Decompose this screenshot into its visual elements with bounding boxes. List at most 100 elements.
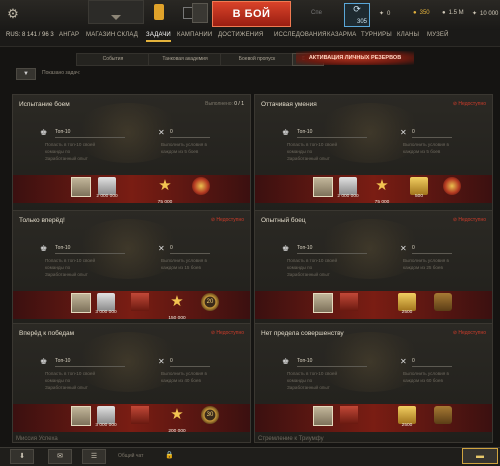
battles-description: Выполнить условия в каждом из 40 боев xyxy=(161,370,207,384)
notifications-button[interactable]: ▬ xyxy=(462,448,498,464)
nav-item-6[interactable]: ИССЛЕДОВАНИЯ xyxy=(274,32,327,38)
download-icon[interactable]: ⬇ xyxy=(10,449,34,464)
condition-progress-line xyxy=(55,253,125,254)
filter-button[interactable]: ▼ xyxy=(16,68,36,80)
battles-description: Выполнить условия в каждом из 5 боев xyxy=(403,141,449,155)
gear-icon[interactable]: ⚙ xyxy=(6,7,20,21)
nav-item-3[interactable]: ЗАДАЧИ xyxy=(146,32,171,42)
mission-card[interactable]: Оттачивая умения ⊘ Недоступно ♚ Топ-10 ✕ 0 Поп… xyxy=(254,94,493,214)
condition-label: Топ-10 xyxy=(55,245,71,251)
reward-gold-icon[interactable]: 2500 xyxy=(398,406,416,428)
crossed-swords-icon: ✕ xyxy=(158,244,165,253)
nav-item-10[interactable]: МУЗЕЙ xyxy=(427,32,449,38)
nav-item-0[interactable]: АНГАР xyxy=(59,32,79,38)
reward-star-icon[interactable]: ★ 75 000 xyxy=(373,177,391,205)
desc-line: Выполнить условия в xyxy=(403,142,449,147)
reserves-button[interactable]: ⟳ 305 xyxy=(344,3,370,27)
mission-title: Только вперёд! xyxy=(19,217,65,224)
nav-item-2[interactable]: СКЛАД xyxy=(117,32,138,38)
desc-line: Выполнить условия в xyxy=(161,371,207,376)
reward-silver-icon[interactable]: 2 000 000 xyxy=(96,177,118,199)
subtab-0[interactable]: События xyxy=(76,53,150,66)
condition-description: Попасть в топ-10 своей команды по Заработа… xyxy=(45,257,95,278)
nav-item-4[interactable]: КАМПАНИИ xyxy=(177,32,212,38)
desc-line: Попасть в топ-10 своей xyxy=(287,142,338,147)
battle-progress-line xyxy=(412,366,452,367)
reward-box-icon[interactable] xyxy=(71,406,91,426)
battle-progress-line xyxy=(412,137,452,138)
friends-icon[interactable]: ☰ xyxy=(82,449,106,464)
battle-counter: 0 xyxy=(412,245,415,251)
reward-box-icon[interactable] xyxy=(313,293,333,313)
mission-card[interactable]: Вперёд к победам ⊘ Недоступно ♚ Топ-10 ✕ 0 Поп… xyxy=(12,323,251,443)
mission-card[interactable]: Нет предела совершенству ⊘ Недоступно ♚ Топ… xyxy=(254,323,493,443)
reward-gold-icon[interactable]: 500 xyxy=(410,177,428,199)
reward-silver-icon[interactable]: 3 000 000 xyxy=(95,406,117,428)
condition-label: Топ-10 xyxy=(297,245,313,251)
resource-gold: ● 350 xyxy=(413,10,430,16)
reward-box-icon[interactable] xyxy=(71,293,91,313)
mission-card[interactable]: Опытный боец ⊘ Недоступно ♚ Топ-10 ✕ 0 Попасть… xyxy=(254,210,493,330)
lock-icon[interactable]: 🔒 xyxy=(165,451,174,459)
condition-label: Топ-10 xyxy=(297,129,313,135)
nav-item-8[interactable]: ТУРНИРЫ xyxy=(361,32,392,38)
reward-box-icon[interactable] xyxy=(71,177,91,197)
reward-box-icon[interactable] xyxy=(313,177,333,197)
mission-card[interactable]: Испытание боем Выполнено: 0 / 1 ♚ Топ-10 ✕ 0 П… xyxy=(12,94,251,214)
reward-book-icon[interactable] xyxy=(340,293,358,311)
nav-item-7[interactable]: КАЗАРМА xyxy=(327,32,356,38)
unavailable-status: ⊘ Недоступно xyxy=(453,217,486,223)
reward-value: 2 000 000 xyxy=(337,194,359,199)
reward-value: 3 000 000 xyxy=(95,423,117,428)
reward-gold-icon[interactable]: 2500 xyxy=(398,293,416,315)
mode-toggle[interactable] xyxy=(192,3,208,23)
reward-silver-icon[interactable]: 3 000 000 xyxy=(95,293,117,315)
xp-icon: ✦ xyxy=(379,11,385,17)
reward-book-icon[interactable] xyxy=(340,406,358,424)
chat-input[interactable]: Общий чат xyxy=(118,453,143,459)
reward-star-icon[interactable]: ★ 150 000 xyxy=(168,293,186,321)
reward-medal-icon[interactable] xyxy=(443,177,461,195)
condition-progress-line xyxy=(297,366,367,367)
nav-item-5[interactable]: ДОСТИЖЕНИЯ xyxy=(218,32,263,38)
nav-item-1[interactable]: МАГАЗИН xyxy=(86,32,115,38)
rank-icon: ♚ xyxy=(282,357,290,366)
subtab-2[interactable]: Боевой пропуск xyxy=(220,53,294,66)
desc-line: команды по xyxy=(287,149,313,154)
reward-medal-icon[interactable] xyxy=(192,177,210,195)
reserve-activation-banner[interactable]: АКТИВАЦИЯ ЛИЧНЫХ РЕЗЕРВОВ xyxy=(296,51,414,65)
reward-star-icon[interactable]: ★ 75 000 xyxy=(156,177,174,205)
reward-crate-icon[interactable] xyxy=(434,293,452,311)
reward-value: 2 000 000 xyxy=(96,194,118,199)
reward-star-icon[interactable]: ★ 200 000 xyxy=(168,406,186,434)
nav-item-9[interactable]: КЛАНЫ xyxy=(397,32,419,38)
reward-badge-icon[interactable]: 20 xyxy=(201,293,219,311)
reward-book-icon[interactable] xyxy=(131,293,149,311)
desc-line: Выполнить условия в xyxy=(403,258,449,263)
resource-value: 350 xyxy=(419,10,430,16)
reward-box-icon[interactable] xyxy=(313,406,333,426)
reward-crate-icon[interactable] xyxy=(434,406,452,424)
reward-value: 2500 xyxy=(401,423,413,428)
mission-card[interactable]: Только вперёд! ⊘ Недоступно ♚ Топ-10 ✕ 0 Попас… xyxy=(12,210,251,330)
reward-band xyxy=(255,291,492,319)
rank-icon: ♚ xyxy=(40,357,48,366)
card-title-peek: Миссия Успеха xyxy=(16,436,58,442)
status-label: Недоступно xyxy=(458,330,486,336)
battle-button[interactable]: В БОЙ xyxy=(212,1,291,27)
desc-line: каждом из 5 боев xyxy=(161,149,199,154)
reward-book-icon[interactable] xyxy=(131,406,149,424)
crossed-swords-icon: ✕ xyxy=(400,357,407,366)
battery-icon[interactable] xyxy=(154,4,164,20)
crossed-swords-icon: ✕ xyxy=(400,128,407,137)
desc-line: команды по xyxy=(45,149,71,154)
reward-silver-icon[interactable]: 2 000 000 xyxy=(337,177,359,199)
reward-badge-icon[interactable]: 30 xyxy=(201,406,219,424)
subtab-1[interactable]: Танковая академия xyxy=(148,53,222,66)
status-label: Недоступно xyxy=(216,217,244,223)
reserves-count: 305 xyxy=(356,19,367,25)
mission-title: Испытание боем xyxy=(19,101,70,108)
handshake-icon[interactable]: ✉ xyxy=(48,449,72,464)
tank-carousel-toggle[interactable] xyxy=(88,0,144,24)
condition-progress-line xyxy=(55,366,125,367)
